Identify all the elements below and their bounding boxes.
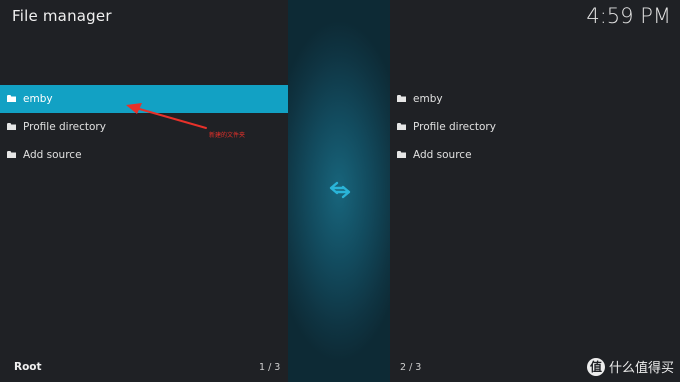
folder-icon: [397, 94, 406, 102]
list-item-add-source[interactable]: Add source: [0, 141, 288, 169]
list-item-emby[interactable]: emby: [0, 85, 288, 113]
folder-icon: [7, 122, 16, 130]
list-item-label: emby: [23, 93, 53, 105]
left-file-pane: [0, 0, 288, 382]
left-source-list: emby Profile directory Add source: [0, 85, 288, 169]
list-item-label: emby: [413, 93, 443, 105]
current-path-label: Root: [14, 361, 42, 373]
list-item-label: Profile directory: [23, 121, 106, 133]
list-item-label: Add source: [23, 149, 82, 161]
clock: 4:59 PM: [586, 4, 671, 28]
list-item-profile-directory[interactable]: Profile directory: [390, 113, 680, 141]
watermark-badge: 值: [586, 357, 605, 376]
right-source-list: emby Profile directory Add source: [390, 85, 680, 169]
right-page-indicator: 2 / 3: [400, 362, 422, 373]
watermark: 值 什么值得买: [586, 357, 674, 376]
folder-icon: [7, 94, 16, 102]
file-manager-screen: File manager 4:59 PM emby Profile direct…: [0, 0, 680, 382]
list-item-emby[interactable]: emby: [390, 85, 680, 113]
list-item-label: Profile directory: [413, 121, 496, 133]
list-item-label: Add source: [413, 149, 472, 161]
watermark-text: 什么值得买: [608, 361, 674, 376]
folder-icon: [397, 150, 406, 158]
page-title: File manager: [12, 7, 112, 25]
folder-icon: [7, 150, 16, 158]
folder-icon: [397, 122, 406, 130]
list-item-add-source[interactable]: Add source: [390, 141, 680, 169]
right-file-pane: [390, 0, 680, 382]
annotation-label: 新建的文件夹: [209, 132, 246, 139]
left-page-indicator: 1 / 3: [259, 362, 281, 373]
swap-arrows-icon[interactable]: [328, 180, 352, 200]
